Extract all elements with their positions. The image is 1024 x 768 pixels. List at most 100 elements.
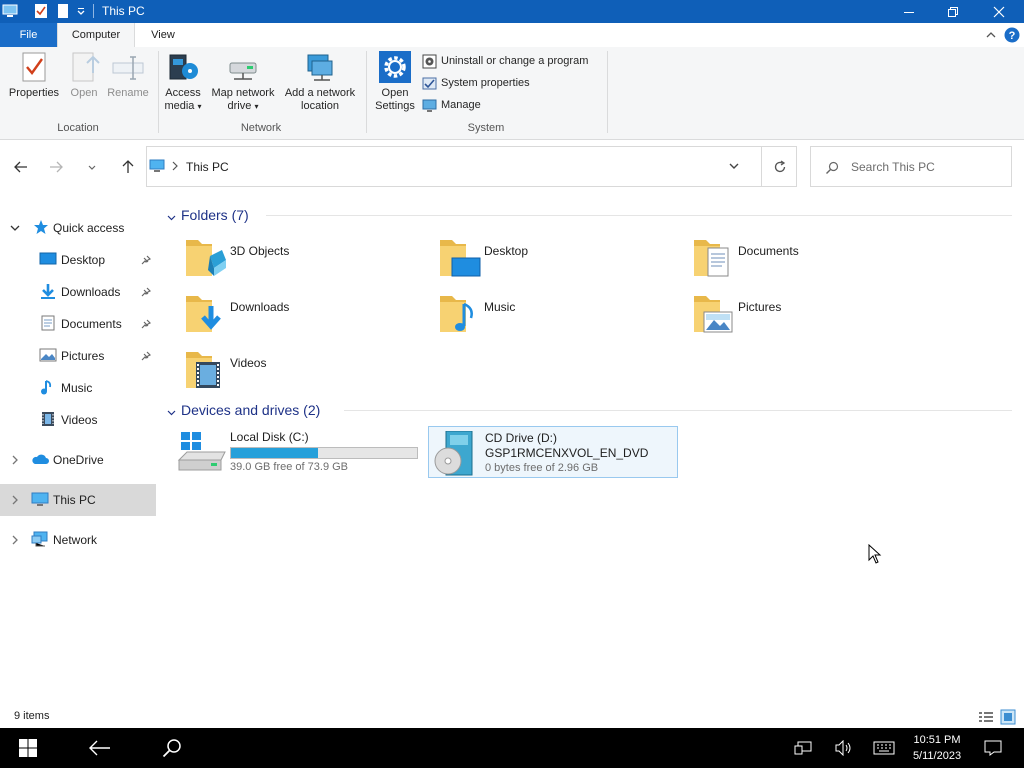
action-center-icon[interactable] (978, 728, 1008, 768)
tab-computer[interactable]: Computer (57, 23, 135, 47)
chevron-down-icon (166, 405, 177, 421)
drive-d[interactable]: CD Drive (D:) GSP1RMCENXVOL_EN_DVD 0 byt… (428, 426, 678, 478)
pictures-icon (39, 347, 57, 366)
nav-quick-access-label: Quick access (53, 221, 125, 235)
drive-c[interactable]: Local Disk (C:) 39.0 GB free of 73.9 GB (174, 426, 422, 478)
volume-icon[interactable] (830, 728, 858, 768)
folder-downloads[interactable]: Downloads (184, 290, 434, 342)
drive-d-name: CD Drive (D:) (485, 431, 557, 445)
open-settings-button[interactable]: Open Settings (372, 51, 418, 113)
customize-quick-access-icon[interactable] (76, 6, 92, 22)
system-clock[interactable]: 10:51 PM 5/11/2023 (900, 732, 974, 764)
ribbon-tabs: File Computer View ? (0, 23, 1024, 47)
mouse-cursor-icon (868, 543, 882, 567)
item-count: 9 items (14, 710, 50, 722)
system-group-label: System (467, 122, 505, 134)
open-button[interactable]: Open (66, 51, 102, 100)
pin-icon[interactable] (141, 350, 152, 364)
nav-desktop[interactable]: Desktop (0, 244, 156, 276)
folder-3d-objects[interactable]: 3D Objects (184, 234, 434, 286)
open-label: Open (70, 87, 98, 99)
tab-file[interactable]: File (0, 23, 57, 47)
windows-logo-icon (19, 739, 37, 757)
address-row: This PC Search This PC (0, 140, 1024, 194)
access-media-label-2: media (164, 100, 195, 112)
back-button[interactable] (9, 156, 33, 178)
add-network-location-button[interactable]: Add a network location (281, 51, 359, 113)
recent-locations-button[interactable] (80, 156, 104, 178)
folder-music[interactable]: Music (438, 290, 688, 342)
map-network-drive-button[interactable]: Map network drive ▾ (207, 51, 279, 113)
uninstall-program-button[interactable]: Uninstall or change a program (421, 52, 588, 70)
folder-videos[interactable]: Videos (184, 346, 434, 398)
nav-videos[interactable]: Videos (0, 404, 156, 436)
forward-button[interactable] (44, 156, 68, 178)
pin-icon[interactable] (141, 318, 152, 332)
properties-quick-icon[interactable] (34, 3, 50, 19)
breadcrumb-separator-icon[interactable] (171, 160, 179, 175)
nav-documents[interactable]: Documents (0, 308, 156, 340)
document-icon (40, 315, 56, 334)
chevron-down-icon[interactable] (9, 222, 21, 237)
folder-pictures[interactable]: Pictures (692, 290, 942, 342)
pin-icon[interactable] (141, 286, 152, 300)
chevron-right-icon[interactable] (9, 454, 21, 469)
uninstall-label: Uninstall or change a program (441, 55, 589, 67)
folder-name: Downloads (230, 300, 290, 314)
nav-network-label: Network (53, 533, 98, 547)
music-folder-icon (438, 290, 482, 336)
download-arrow-icon (39, 283, 57, 302)
minimize-button[interactable] (886, 0, 932, 23)
folder-documents[interactable]: Documents (692, 234, 942, 286)
large-icons-view-icon[interactable] (1000, 709, 1016, 728)
new-folder-quick-icon[interactable] (57, 3, 73, 19)
back-arrow-icon (89, 740, 110, 756)
search-box[interactable]: Search This PC (810, 146, 1012, 187)
restore-button[interactable] (930, 0, 976, 23)
breadcrumb-this-pc[interactable]: This PC (186, 160, 229, 174)
address-bar[interactable]: This PC (146, 146, 797, 187)
tab-view[interactable]: View (141, 23, 185, 47)
chevron-down-icon (166, 210, 177, 226)
close-button[interactable] (976, 0, 1022, 23)
nav-pictures[interactable]: Pictures (0, 340, 156, 372)
back-taskbar-button[interactable] (72, 728, 128, 768)
folders-section-header[interactable]: Folders (7) (166, 205, 1016, 227)
start-button[interactable] (0, 728, 56, 768)
clock-date: 5/11/2023 (912, 750, 962, 762)
minimize-ribbon-icon[interactable] (985, 29, 997, 44)
chevron-right-icon[interactable] (9, 494, 21, 509)
videos-folder-icon (184, 346, 228, 392)
folder-desktop[interactable]: Desktop (438, 234, 688, 286)
pictures-folder-icon (692, 290, 736, 336)
pin-icon[interactable] (141, 254, 152, 268)
up-button[interactable] (116, 156, 140, 178)
help-icon[interactable]: ? (1004, 27, 1020, 46)
nav-downloads[interactable]: Downloads (0, 276, 156, 308)
refresh-button[interactable] (761, 147, 797, 186)
nav-music[interactable]: Music (0, 372, 156, 404)
refresh-icon (774, 159, 785, 172)
system-properties-icon (422, 77, 437, 90)
nav-quick-access[interactable]: Quick access (0, 212, 156, 244)
nav-onedrive[interactable]: OneDrive (0, 444, 156, 476)
access-media-button[interactable]: Access media ▾ (162, 51, 204, 113)
search-taskbar-button[interactable] (144, 728, 200, 768)
drive-d-label: GSP1RMCENXVOL_EN_DVD (485, 446, 649, 460)
rename-button[interactable]: Rename (104, 51, 152, 100)
details-view-icon[interactable] (978, 710, 994, 727)
nav-network[interactable]: Network (0, 524, 156, 556)
touch-keyboard-icon[interactable] (870, 728, 898, 768)
forward-arrow-icon (50, 161, 63, 173)
system-properties-button[interactable]: System properties (421, 74, 530, 92)
devices-section-header[interactable]: Devices and drives (2) (166, 400, 1016, 422)
properties-button[interactable]: Properties (6, 51, 62, 100)
back-arrow-icon (14, 161, 27, 173)
manage-button[interactable]: Manage (421, 96, 481, 114)
folder-name: Videos (230, 356, 267, 370)
chevron-right-icon[interactable] (9, 534, 21, 549)
nav-this-pc[interactable]: This PC (0, 484, 156, 516)
address-history-button[interactable] (727, 159, 741, 176)
properties-label: Properties (8, 87, 60, 99)
network-status-icon[interactable] (790, 728, 816, 768)
